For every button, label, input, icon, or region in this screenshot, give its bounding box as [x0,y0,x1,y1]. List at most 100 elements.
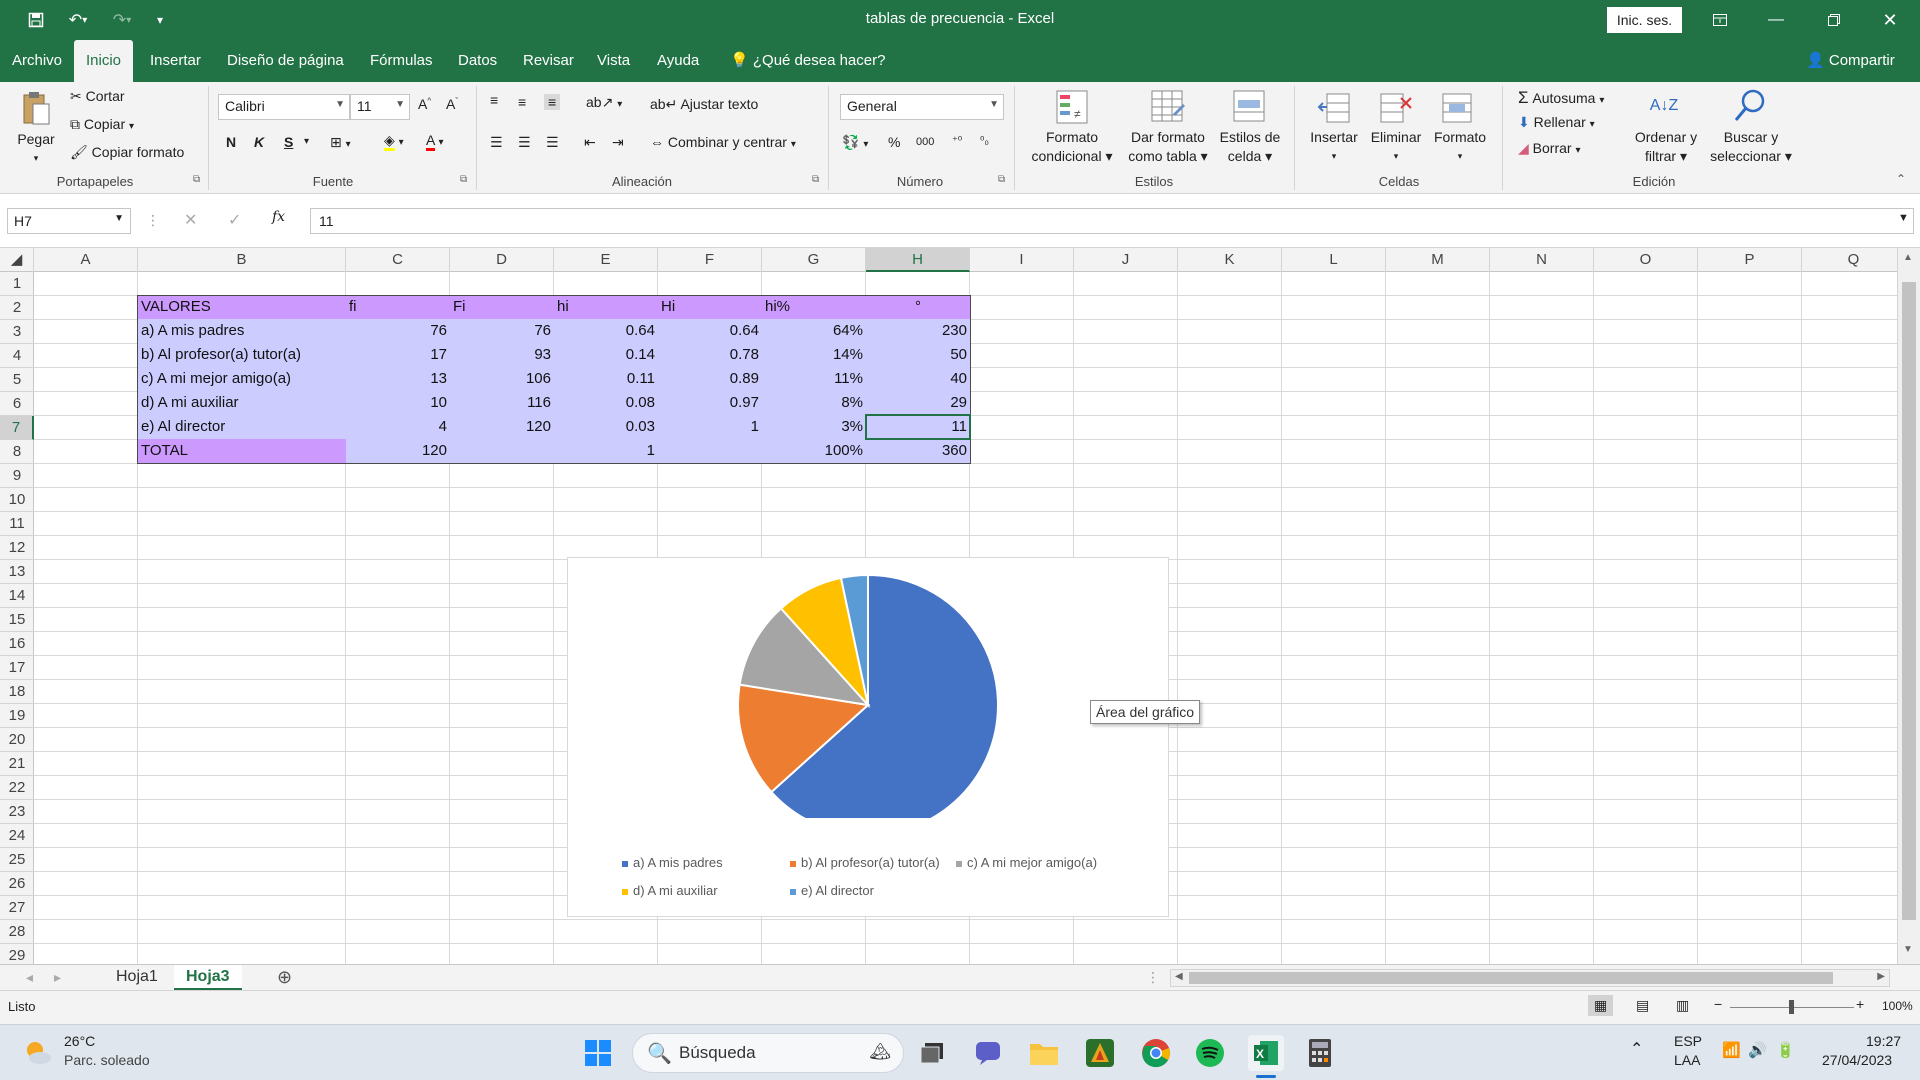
column-header[interactable]: L [1282,248,1386,272]
column-header[interactable]: G [762,248,866,272]
row-header[interactable]: 14 [0,584,34,608]
align-left-icon[interactable]: ☰ [490,134,503,151]
underline-button[interactable]: S [284,134,293,150]
table-cell[interactable]: 14% [762,343,867,368]
enter-icon[interactable]: ✓ [228,210,241,230]
tab-revisar[interactable]: Revisar [511,40,586,82]
ribbon-display-icon[interactable] [1692,0,1748,40]
page-layout-icon[interactable]: ▤ [1636,997,1649,1014]
decrease-decimal-icon[interactable]: ⁰₀ [980,134,989,147]
table-cell[interactable]: TOTAL [138,439,347,464]
row-header[interactable]: 21 [0,752,34,776]
align-right-icon[interactable]: ☰ [546,134,559,151]
table-cell[interactable]: 1 [554,439,659,464]
table-cell[interactable]: a) A mis padres [138,319,347,344]
pie-chart-plot[interactable] [568,558,1168,818]
share-button[interactable]: 👤 Compartir [1794,40,1907,82]
increase-indent-icon[interactable]: ⇥ [612,134,624,151]
table-cell[interactable]: 76 [450,319,555,344]
legend-item[interactable]: c) A mi mejor amigo(a) [956,855,1097,870]
table-cell[interactable]: 120 [346,439,451,464]
bold-button[interactable]: N [226,134,236,150]
table-cell[interactable]: 11% [762,367,867,392]
calculator-icon[interactable] [1302,1035,1338,1071]
orientation-icon[interactable]: ab↗ ▾ [586,94,622,111]
table-cell[interactable]: 120 [450,415,555,440]
number-format-dropdown[interactable]: General ▼ [840,94,1004,120]
format-as-table-button[interactable]: Dar formato como tabla ▾ [1118,128,1218,166]
battery-icon[interactable]: 🔋 [1776,1041,1795,1059]
table-cell[interactable]: 0.64 [554,319,659,344]
format-painter-button[interactable]: 🖌 Copiar formato [70,144,184,161]
table-cell[interactable]: 4 [346,415,451,440]
table-cell[interactable] [450,439,555,464]
vertical-scroll-thumb[interactable] [1902,282,1916,920]
column-header[interactable]: M [1386,248,1490,272]
table-header-cell[interactable]: ° [866,295,971,320]
column-header[interactable]: A [34,248,138,272]
table-cell[interactable]: 0.08 [554,391,659,416]
clear-button[interactable]: ◢ Borrar ▾ [1518,140,1581,157]
sheet-splitter-icon[interactable]: ⋮ [1146,969,1160,986]
table-header-cell[interactable]: fi [346,295,451,320]
table-cell[interactable]: 40 [866,367,971,392]
weather-temp[interactable]: 26°C [64,1033,95,1049]
table-cell[interactable]: 8% [762,391,867,416]
volume-icon[interactable]: 🔊 [1748,1041,1767,1059]
table-cell[interactable]: d) A mi auxiliar [138,391,347,416]
italic-button[interactable]: K [254,134,264,150]
sheet-tab-hoja3[interactable]: Hoja3 [174,965,242,991]
row-header[interactable]: 28 [0,920,34,944]
currency-icon[interactable]: 💱 ▾ [842,134,868,151]
decrease-font-icon[interactable]: Aˇ [446,96,458,112]
table-cell[interactable]: 93 [450,343,555,368]
scroll-down-icon[interactable]: ▼ [1903,944,1913,955]
legend-item[interactable]: b) Al profesor(a) tutor(a) [790,855,940,870]
align-bottom-icon[interactable]: ≡ [544,94,561,110]
table-cell[interactable]: 50 [866,343,971,368]
row-header[interactable]: 23 [0,800,34,824]
weather-icon[interactable] [20,1035,56,1071]
table-cell[interactable]: 0.11 [554,367,659,392]
table-cell[interactable]: c) A mi mejor amigo(a) [138,367,347,392]
row-header[interactable]: 2 [0,296,34,320]
paste-icon[interactable] [18,88,54,128]
paste-button[interactable]: Pegar ▾ [14,130,58,168]
font-size-dropdown[interactable]: 11 ▼ [350,94,410,120]
table-cell[interactable]: 0.03 [554,415,659,440]
formula-input[interactable]: 11 [310,208,1914,234]
zoom-out-icon[interactable]: − [1714,996,1722,1012]
table-cell[interactable]: e) Al director [138,415,347,440]
font-color-icon[interactable]: A ▾ [426,132,444,151]
merge-center-button[interactable]: ⇔ Combinar y centrar ▾ [650,134,796,150]
insert-function-icon[interactable]: fx [272,209,285,225]
column-header[interactable]: F [658,248,762,272]
next-sheet-icon[interactable]: ▸ [54,969,61,986]
wifi-icon[interactable]: 📶 [1722,1041,1741,1059]
align-middle-icon[interactable]: ≡ [518,94,526,110]
table-cell[interactable]: 0.89 [658,367,763,392]
clock-date[interactable]: 27/04/2023 [1822,1052,1892,1068]
table-cell[interactable]: 0.14 [554,343,659,368]
clipboard-launcher-icon[interactable]: ⧉ [193,174,200,185]
row-header[interactable]: 5 [0,368,34,392]
game-app-icon[interactable] [1082,1035,1118,1071]
table-header-cell[interactable]: hi [554,295,659,320]
excel-icon[interactable]: X [1248,1035,1284,1078]
fill-color-icon[interactable]: ◈ ▾ [384,132,404,151]
table-cell[interactable]: 17 [346,343,451,368]
row-header[interactable]: 27 [0,896,34,920]
column-header[interactable]: B [138,248,346,272]
page-break-icon[interactable]: ▥ [1676,997,1689,1014]
table-cell[interactable]: 100% [762,439,867,464]
row-header[interactable]: 26 [0,872,34,896]
vertical-scrollbar[interactable]: ▲ ▼ [1897,248,1920,964]
align-center-icon[interactable]: ☰ [518,134,531,151]
row-header[interactable]: 6 [0,392,34,416]
sign-in-button[interactable]: Inic. ses. [1607,7,1682,33]
column-header[interactable]: C [346,248,450,272]
column-header[interactable]: Q [1802,248,1906,272]
prev-sheet-icon[interactable]: ◂ [26,969,33,986]
tab-vista[interactable]: Vista [585,40,642,82]
table-header-cell[interactable]: Hi [658,295,763,320]
